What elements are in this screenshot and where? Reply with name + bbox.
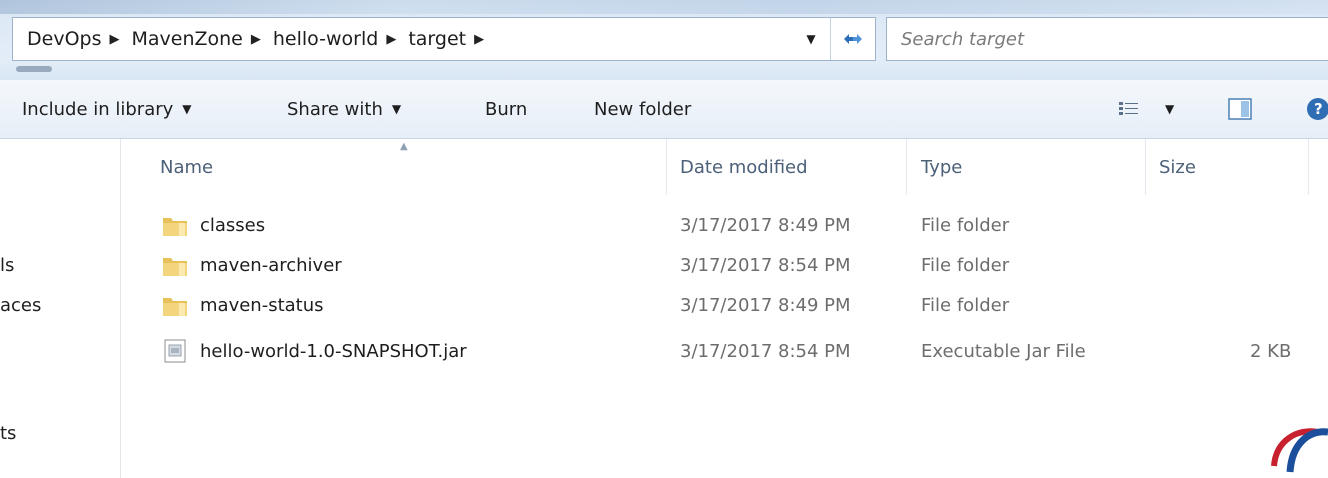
search-input[interactable]: Search target bbox=[886, 17, 1328, 61]
address-history-dropdown[interactable]: ▼ bbox=[792, 18, 830, 60]
column-header-date-label: Date modified bbox=[680, 156, 808, 178]
nav-item[interactable]: ts bbox=[0, 423, 16, 444]
command-bar: Include in library ▼ Share with ▼ Burn N… bbox=[0, 80, 1328, 139]
column-divider[interactable] bbox=[1145, 139, 1146, 195]
refresh-icon bbox=[844, 34, 862, 44]
column-header-name[interactable]: Name bbox=[160, 139, 213, 195]
file-name: hello-world-1.0-SNAPSHOT.jar bbox=[200, 340, 467, 362]
column-header-type-label: Type bbox=[921, 156, 963, 178]
pane-grip bbox=[16, 66, 52, 72]
file-date: 3/17/2017 8:54 PM bbox=[680, 254, 851, 276]
search-placeholder: Search target bbox=[901, 28, 1025, 50]
column-header-date-modified[interactable]: Date modified bbox=[680, 139, 808, 195]
refresh-button[interactable] bbox=[830, 18, 875, 60]
file-row[interactable]: maven-archiver 3/17/2017 8:54 PM File fo… bbox=[120, 245, 1328, 285]
file-name: classes bbox=[200, 214, 266, 236]
preview-pane-icon bbox=[1228, 98, 1252, 120]
chevron-down-icon: ▼ bbox=[391, 102, 402, 116]
breadcrumb-item-devops[interactable]: DevOps bbox=[27, 28, 101, 50]
breadcrumb-separator-icon[interactable]: ▶ bbox=[474, 32, 484, 47]
breadcrumb-separator-icon[interactable]: ▶ bbox=[109, 32, 119, 47]
include-in-library-label: Include in library bbox=[22, 98, 174, 120]
nav-item[interactable]: aces bbox=[0, 295, 41, 316]
file-type: Executable Jar File bbox=[921, 340, 1086, 362]
breadcrumb-separator-icon[interactable]: ▶ bbox=[386, 32, 396, 47]
folder-icon bbox=[163, 258, 187, 276]
jar-file-icon bbox=[164, 339, 186, 363]
file-row[interactable]: maven-status 3/17/2017 8:49 PM File fold… bbox=[120, 285, 1328, 325]
navigation-pane: ls aces ts bbox=[0, 139, 121, 478]
file-type: File folder bbox=[921, 294, 1010, 316]
window-header: DevOps ▶ MavenZone ▶ hello-world ▶ targe… bbox=[0, 0, 1328, 80]
folder-icon bbox=[163, 298, 187, 316]
address-bar[interactable]: DevOps ▶ MavenZone ▶ hello-world ▶ targe… bbox=[12, 17, 876, 61]
new-folder-label: New folder bbox=[594, 98, 692, 120]
title-strip bbox=[0, 0, 1328, 14]
chevron-down-icon: ▼ bbox=[806, 32, 816, 46]
breadcrumb-item-hello-world[interactable]: hello-world bbox=[273, 28, 378, 50]
column-divider[interactable] bbox=[906, 139, 907, 195]
breadcrumb-item-mavenzone[interactable]: MavenZone bbox=[131, 28, 242, 50]
nav-item[interactable]: ls bbox=[0, 255, 14, 276]
watermark-logo-icon bbox=[1271, 428, 1328, 473]
folder-icon bbox=[163, 218, 187, 236]
chevron-down-icon: ▼ bbox=[182, 102, 192, 116]
view-details-icon bbox=[1119, 102, 1138, 115]
help-icon: ? bbox=[1307, 98, 1328, 120]
preview-pane-button[interactable] bbox=[1228, 80, 1252, 138]
new-folder-button[interactable]: New folder bbox=[594, 80, 691, 138]
file-date: 3/17/2017 8:49 PM bbox=[680, 214, 851, 236]
help-button[interactable]: ? bbox=[1306, 80, 1328, 138]
change-view-button[interactable] bbox=[1118, 80, 1140, 138]
column-divider[interactable] bbox=[666, 139, 667, 195]
view-options-dropdown[interactable]: ▼ bbox=[1165, 80, 1174, 138]
file-size: 2 KB bbox=[1250, 340, 1292, 362]
file-row[interactable]: classes 3/17/2017 8:49 PM File folder bbox=[120, 205, 1328, 245]
burn-button[interactable]: Burn bbox=[485, 80, 527, 138]
file-date: 3/17/2017 8:54 PM bbox=[680, 340, 851, 362]
file-name: maven-status bbox=[200, 294, 324, 316]
file-row[interactable]: hello-world-1.0-SNAPSHOT.jar 3/17/2017 8… bbox=[120, 331, 1328, 371]
column-divider[interactable] bbox=[1308, 139, 1309, 195]
file-type: File folder bbox=[921, 214, 1010, 236]
column-header-name-label: Name bbox=[160, 156, 214, 178]
column-header-size[interactable]: Size bbox=[1159, 139, 1196, 195]
column-header-size-label: Size bbox=[1159, 156, 1196, 178]
breadcrumb-item-target[interactable]: target bbox=[408, 28, 466, 50]
svg-text:?: ? bbox=[1314, 100, 1323, 118]
burn-label: Burn bbox=[485, 98, 528, 120]
share-with-label: Share with bbox=[287, 98, 383, 120]
column-header-type[interactable]: Type bbox=[921, 139, 962, 195]
file-date: 3/17/2017 8:49 PM bbox=[680, 294, 851, 316]
breadcrumb-separator-icon[interactable]: ▶ bbox=[251, 32, 261, 47]
breadcrumb: DevOps ▶ MavenZone ▶ hello-world ▶ targe… bbox=[13, 28, 792, 50]
chevron-down-icon: ▼ bbox=[1165, 102, 1175, 116]
sort-ascending-icon: ▲ bbox=[400, 141, 408, 152]
share-with-button[interactable]: Share with ▼ bbox=[287, 80, 401, 138]
file-type: File folder bbox=[921, 254, 1010, 276]
include-in-library-button[interactable]: Include in library ▼ bbox=[22, 80, 192, 138]
file-name: maven-archiver bbox=[200, 254, 342, 276]
